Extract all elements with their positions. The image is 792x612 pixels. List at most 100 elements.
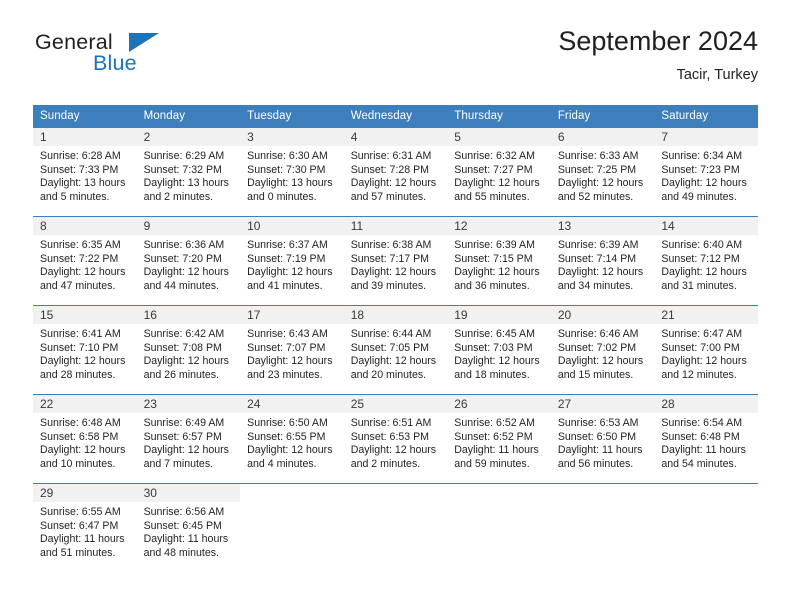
day-number: 30: [136, 484, 241, 502]
sunrise-text: Sunrise: 6:31 AM: [350, 150, 432, 162]
calendar-day-cell[interactable]: 29 Sunrise: 6:55 AM Sunset: 6:47 PM Dayligh…: [33, 483, 137, 572]
calendar-day-cell[interactable]: 12 Sunrise: 6:39 AM Sunset: 7:15 PM Dayligh…: [447, 216, 551, 306]
calendar-day-cell[interactable]: 8 Sunrise: 6:35 AM Sunset: 7:22 PM Daylight…: [33, 216, 137, 306]
sunrise-text: Sunrise: 6:28 AM: [40, 150, 121, 162]
daylight-text-line1: Daylight: 12 hours: [143, 266, 229, 279]
sunrise-text: Sunrise: 6:48 AM: [40, 417, 121, 429]
day-number: 22: [33, 395, 137, 413]
generalblue-logo[interactable]: General Blue: [33, 28, 213, 84]
sunrise-text: Sunrise: 6:43 AM: [247, 328, 328, 340]
day-number: 14: [654, 217, 758, 235]
sunrise-text: Sunrise: 6:53 AM: [557, 417, 639, 429]
sunrise-text: Sunrise: 6:55 AM: [40, 506, 121, 518]
calendar-day-cell[interactable]: 9 Sunrise: 6:36 AM Sunset: 7:20 PM Daylight…: [136, 216, 241, 306]
logo-triangle-icon: [129, 33, 159, 52]
sunset-text: Sunset: 6:48 PM: [661, 430, 740, 443]
day-number: 16: [136, 306, 241, 324]
daylight-text-line2: and 51 minutes.: [40, 546, 116, 559]
calendar-day-cell[interactable]: 21 Sunrise: 6:47 AM Sunset: 7:00 PM Dayligh…: [654, 305, 758, 395]
weekday-header-wednesday: Wednesday: [343, 105, 448, 128]
sunset-text: Sunset: 7:22 PM: [40, 252, 119, 265]
daylight-text-line2: and 41 minutes.: [247, 279, 323, 292]
calendar-day-cell[interactable]: 4 Sunrise: 6:31 AM Sunset: 7:28 PM Daylight…: [343, 127, 448, 217]
calendar-page: General Blue September 2024 Tacir, Turke…: [0, 0, 792, 612]
weekday-header-thursday: Thursday: [447, 105, 551, 128]
sunrise-text: Sunrise: 6:29 AM: [143, 150, 225, 162]
daylight-text-line1: Daylight: 11 hours: [661, 444, 746, 457]
daylight-text-line1: Daylight: 12 hours: [557, 266, 644, 279]
sunset-text: Sunset: 7:02 PM: [557, 341, 637, 354]
day-number: 6: [550, 128, 655, 146]
day-number: 8: [33, 217, 137, 235]
calendar-day-cell[interactable]: 14 Sunrise: 6:40 AM Sunset: 7:12 PM Dayligh…: [654, 216, 758, 306]
calendar-day-cell[interactable]: 30 Sunrise: 6:56 AM Sunset: 6:45 PM Dayligh…: [136, 483, 241, 572]
day-number: [240, 484, 344, 502]
calendar-day-cell[interactable]: 25 Sunrise: 6:51 AM Sunset: 6:53 PM Dayligh…: [343, 394, 448, 484]
sunrise-text: Sunrise: 6:44 AM: [350, 328, 432, 340]
sunset-text: Sunset: 7:03 PM: [454, 341, 533, 354]
calendar-day-cell[interactable]: 13 Sunrise: 6:39 AM Sunset: 7:14 PM Dayligh…: [550, 216, 655, 306]
calendar-day-cell[interactable]: 20 Sunrise: 6:46 AM Sunset: 7:02 PM Dayligh…: [550, 305, 655, 395]
calendar-day-cell[interactable]: 19 Sunrise: 6:45 AM Sunset: 7:03 PM Dayligh…: [447, 305, 551, 395]
daylight-text-line2: and 28 minutes.: [40, 368, 116, 381]
calendar-day-cell[interactable]: 17 Sunrise: 6:43 AM Sunset: 7:07 PM Dayligh…: [240, 305, 344, 395]
day-number: 29: [33, 484, 137, 502]
day-number: 4: [343, 128, 448, 146]
sunset-text: Sunset: 6:58 PM: [40, 430, 119, 443]
daylight-text-line1: Daylight: 11 hours: [40, 533, 125, 546]
sunset-text: Sunset: 7:32 PM: [143, 163, 222, 176]
day-number: 2: [136, 128, 241, 146]
calendar-day-cell[interactable]: 3 Sunrise: 6:30 AM Sunset: 7:30 PM Daylight…: [240, 127, 344, 217]
daylight-text-line2: and 0 minutes.: [247, 190, 317, 203]
daylight-text-line2: and 7 minutes.: [143, 457, 214, 470]
calendar-day-cell[interactable]: 16 Sunrise: 6:42 AM Sunset: 7:08 PM Dayligh…: [136, 305, 241, 395]
calendar-day-cell[interactable]: 15 Sunrise: 6:41 AM Sunset: 7:10 PM Dayligh…: [33, 305, 137, 395]
daylight-text-line1: Daylight: 12 hours: [454, 177, 540, 190]
daylight-text-line1: Daylight: 12 hours: [143, 444, 229, 457]
day-number: 28: [654, 395, 758, 413]
logo-text-blue: Blue: [93, 51, 137, 75]
daylight-text-line2: and 15 minutes.: [557, 368, 634, 381]
daylight-text-line1: Daylight: 12 hours: [40, 355, 126, 368]
calendar-day-cell[interactable]: 26 Sunrise: 6:52 AM Sunset: 6:52 PM Dayligh…: [447, 394, 551, 484]
calendar-day-cell[interactable]: 6 Sunrise: 6:33 AM Sunset: 7:25 PM Daylight…: [550, 127, 655, 217]
calendar-day-cell[interactable]: 2 Sunrise: 6:29 AM Sunset: 7:32 PM Daylight…: [136, 127, 241, 217]
calendar-day-cell[interactable]: 23 Sunrise: 6:49 AM Sunset: 6:57 PM Dayligh…: [136, 394, 241, 484]
calendar-week-row: 29 Sunrise: 6:55 AM Sunset: 6:47 PM Dayligh…: [33, 483, 758, 572]
day-number: 23: [136, 395, 241, 413]
calendar-body: 1 Sunrise: 6:28 AM Sunset: 7:33 PM Daylight…: [33, 127, 758, 572]
sunset-text: Sunset: 7:05 PM: [350, 341, 430, 354]
daylight-text-line1: Daylight: 12 hours: [350, 355, 437, 368]
calendar-day-cell[interactable]: 28 Sunrise: 6:54 AM Sunset: 6:48 PM Dayligh…: [654, 394, 758, 484]
day-number: 13: [550, 217, 655, 235]
sunrise-text: Sunrise: 6:38 AM: [350, 239, 432, 251]
calendar-day-cell[interactable]: 11 Sunrise: 6:38 AM Sunset: 7:17 PM Dayligh…: [343, 216, 448, 306]
day-number: 20: [550, 306, 655, 324]
daylight-text-line2: and 49 minutes.: [661, 190, 737, 203]
daylight-text-line2: and 56 minutes.: [557, 457, 634, 470]
calendar-day-cell[interactable]: 7 Sunrise: 6:34 AM Sunset: 7:23 PM Daylight…: [654, 127, 758, 217]
daylight-text-line2: and 57 minutes.: [350, 190, 427, 203]
sunrise-text: Sunrise: 6:36 AM: [143, 239, 225, 251]
calendar-day-cell[interactable]: 22 Sunrise: 6:48 AM Sunset: 6:58 PM Dayligh…: [33, 394, 137, 484]
calendar-day-cell[interactable]: 1 Sunrise: 6:28 AM Sunset: 7:33 PM Daylight…: [33, 127, 137, 217]
title-block: September 2024 Tacir, Turkey: [558, 24, 758, 86]
daylight-text-line2: and 31 minutes.: [661, 279, 737, 292]
calendar-day-cell[interactable]: 5 Sunrise: 6:32 AM Sunset: 7:27 PM Daylight…: [447, 127, 551, 217]
sunset-text: Sunset: 6:50 PM: [557, 430, 637, 443]
daylight-text-line1: Daylight: 11 hours: [557, 444, 643, 457]
calendar-day-cell[interactable]: 10 Sunrise: 6:37 AM Sunset: 7:19 PM Dayligh…: [240, 216, 344, 306]
day-number: 18: [343, 306, 448, 324]
calendar-day-cell[interactable]: 27 Sunrise: 6:53 AM Sunset: 6:50 PM Dayligh…: [550, 394, 655, 484]
daylight-text-line2: and 54 minutes.: [661, 457, 737, 470]
weekday-header-monday: Monday: [136, 105, 241, 128]
calendar-day-cell[interactable]: 18 Sunrise: 6:44 AM Sunset: 7:05 PM Dayligh…: [343, 305, 448, 395]
daylight-text-line1: Daylight: 12 hours: [143, 355, 229, 368]
calendar-day-cell[interactable]: 24 Sunrise: 6:50 AM Sunset: 6:55 PM Dayligh…: [240, 394, 344, 484]
day-number: 27: [550, 395, 655, 413]
calendar-grid: Sunday Monday Tuesday Wednesday Thursday…: [33, 105, 758, 572]
calendar-week-row: 1 Sunrise: 6:28 AM Sunset: 7:33 PM Daylight…: [33, 127, 758, 217]
day-number: 26: [447, 395, 551, 413]
sunrise-text: Sunrise: 6:46 AM: [557, 328, 639, 340]
sunrise-text: Sunrise: 6:49 AM: [143, 417, 225, 429]
